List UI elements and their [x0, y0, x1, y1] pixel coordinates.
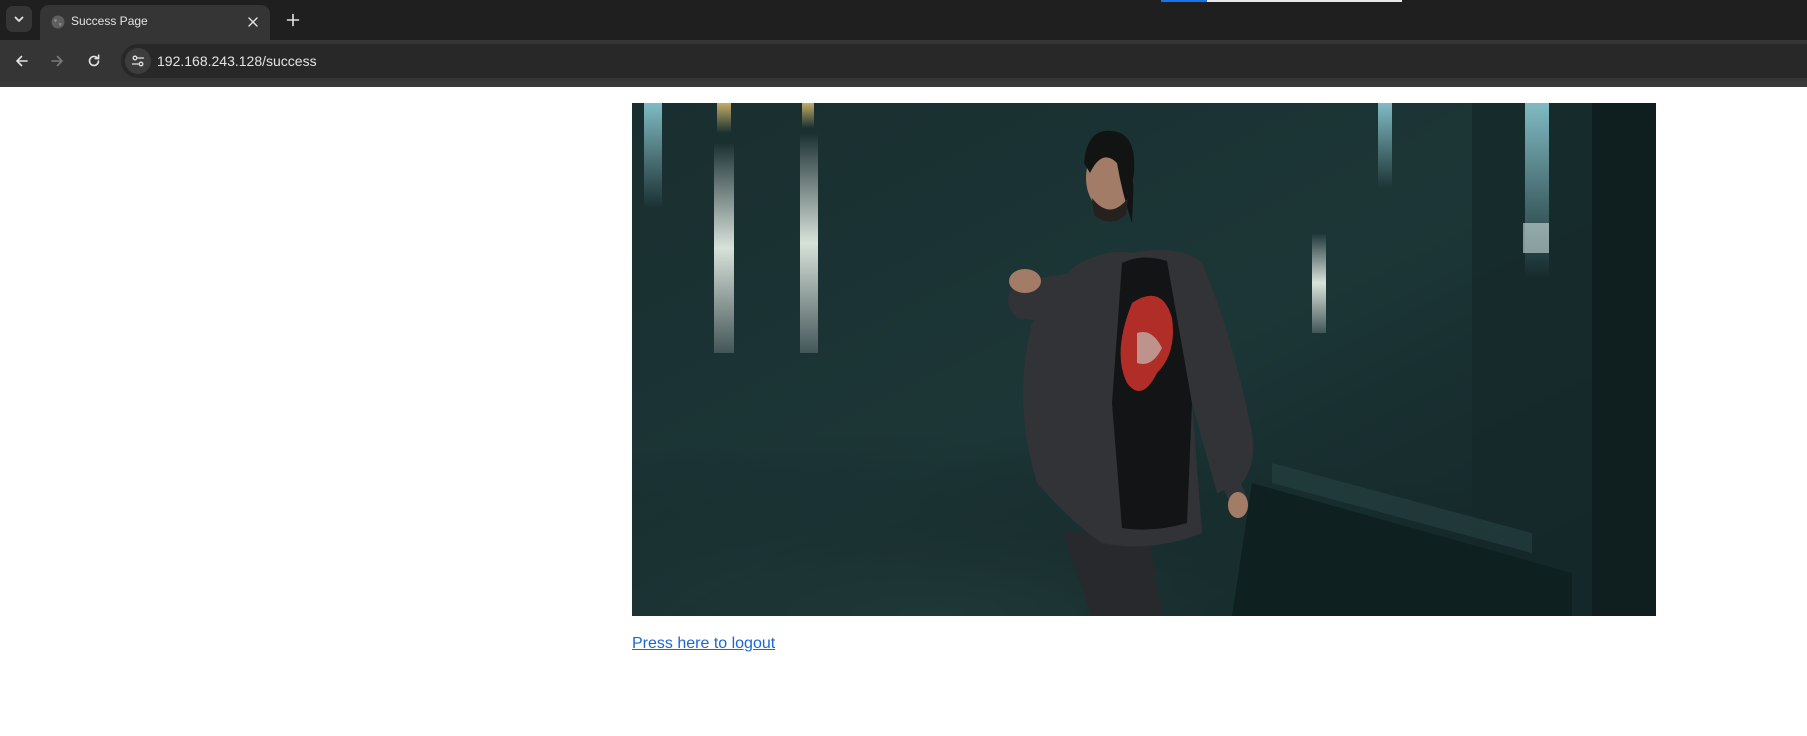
url-text[interactable]: 192.168.243.128/success — [157, 53, 317, 69]
arrow-right-icon — [51, 55, 63, 67]
tab-title: Success Page — [71, 14, 148, 28]
logout-link[interactable]: Press here to logout — [632, 635, 775, 653]
close-icon — [248, 17, 258, 27]
tab-search-button[interactable] — [6, 6, 32, 32]
tab-close-button[interactable] — [243, 12, 263, 32]
globe-icon — [51, 15, 65, 29]
site-info-button[interactable] — [125, 48, 151, 74]
tabstrip-highlight-light — [1207, 0, 1402, 2]
reload-button[interactable] — [81, 48, 107, 74]
plus-icon — [286, 13, 300, 27]
tune-icon — [131, 55, 145, 67]
arrow-left-icon — [16, 55, 28, 67]
tab-success-page[interactable]: Success Page — [40, 5, 270, 40]
hero-image — [632, 103, 1656, 616]
tab-strip: Success Page — [0, 0, 1807, 40]
reload-icon — [88, 54, 100, 67]
forward-button[interactable] — [44, 48, 70, 74]
back-button[interactable] — [9, 48, 35, 74]
new-tab-button[interactable] — [281, 8, 305, 32]
browser-toolbar: 192.168.243.128/success — [0, 40, 1807, 81]
page-content: Press here to logout — [0, 87, 1807, 736]
tabstrip-highlight — [1161, 0, 1207, 2]
stage-photo — [632, 103, 1656, 616]
browser-window: Success Page 192.168.243.128/success Pre… — [0, 0, 1807, 736]
chevron-down-icon — [14, 16, 24, 22]
address-bar[interactable]: 192.168.243.128/success — [121, 44, 1807, 78]
